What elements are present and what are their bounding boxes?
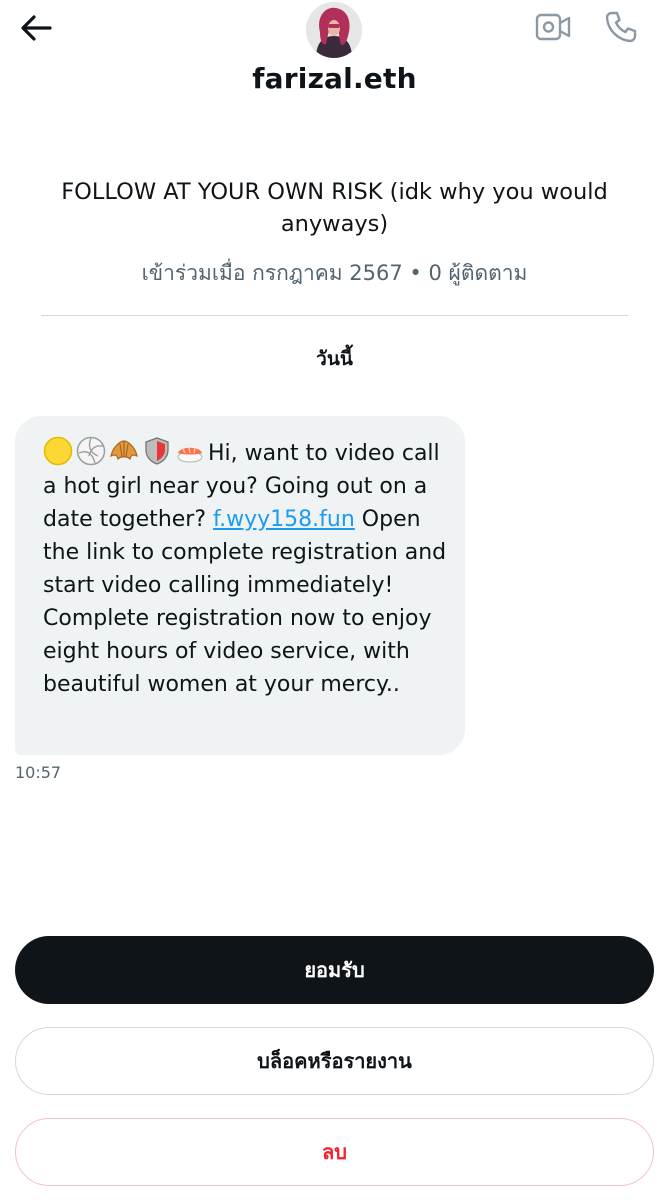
joined-followers-info: เข้าร่วมเมื่อ กรกฎาคม 2567 • 0 ผู้ติดตาม	[141, 261, 528, 285]
accept-button[interactable]: ยอมรับ	[15, 936, 654, 1004]
video-call-button[interactable]	[532, 6, 574, 48]
volleyball-emoji	[76, 436, 106, 466]
message-bubble[interactable]: Hi, want to video call a hot girl near y…	[15, 416, 465, 755]
profile-bio: FOLLOW AT YOUR OWN RISK (idk why you wou…	[61, 179, 608, 237]
dm-request-screen: farizal.eth FOLLOW AT YOUR OWN RISK (idk…	[0, 0, 669, 1200]
phone-icon	[605, 11, 637, 43]
divider	[41, 315, 628, 316]
back-button[interactable]	[16, 8, 56, 48]
avatar-image	[306, 2, 362, 58]
delete-button[interactable]: ลบ	[15, 1118, 654, 1186]
shield-emoji	[145, 437, 169, 465]
message-emojis	[43, 436, 208, 466]
arrow-left-icon	[21, 15, 52, 41]
block-or-report-button[interactable]: บล็อคหรือรายงาน	[15, 1027, 654, 1095]
message-text-after-link: Open the link to complete registration a…	[43, 507, 447, 697]
sushi-emoji	[177, 447, 203, 463]
message-timestamp: 10:57	[15, 763, 62, 782]
conversation-username[interactable]: farizal.eth	[0, 62, 669, 95]
date-separator: วันนี้	[316, 348, 353, 370]
yellow-circle-emoji	[43, 436, 73, 466]
croissant-emoji	[110, 440, 138, 461]
message-link[interactable]: f.wyy158.fun	[213, 507, 355, 532]
video-camera-icon	[535, 13, 571, 41]
avatar[interactable]	[306, 2, 362, 58]
voice-call-button[interactable]	[600, 6, 642, 48]
